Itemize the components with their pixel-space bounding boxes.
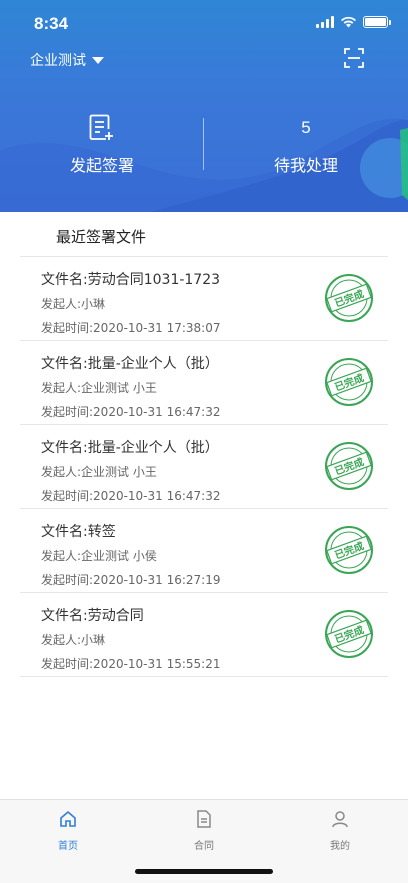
file-list-item[interactable]: 文件名:批量-企业个人（批） 发起人:企业测试 小王 发起时间:2020-10-… <box>20 341 388 425</box>
pending-tasks-button[interactable]: 5 待我处理 <box>204 112 408 182</box>
file-initiator: 发起人:小琳 <box>41 633 106 647</box>
user-icon <box>332 811 348 828</box>
file-list-item[interactable]: 文件名:劳动合同 发起人:小琳 发起时间:2020-10-31 15:55:21… <box>20 593 388 677</box>
file-initiator: 发起人:企业测试 小王 <box>41 381 157 395</box>
company-switcher[interactable]: 企业测试 <box>30 50 104 70</box>
signal-icon <box>316 16 334 28</box>
completed-stamp-icon: 已完成 <box>325 526 373 574</box>
tab-home-label: 首页 <box>58 841 78 852</box>
document-icon <box>197 810 211 828</box>
file-time: 发起时间:2020-10-31 16:47:32 <box>41 489 221 503</box>
file-name: 文件名:劳动合同 <box>41 608 144 624</box>
tab-contract[interactable]: 合同 <box>164 810 244 852</box>
file-time: 发起时间:2020-10-31 15:55:21 <box>41 657 221 671</box>
completed-stamp-icon: 已完成 <box>325 442 373 490</box>
file-initiator: 发起人:企业测试 小侯 <box>41 549 157 563</box>
tab-home[interactable]: 首页 <box>28 810 108 852</box>
file-time: 发起时间:2020-10-31 16:47:32 <box>41 405 221 419</box>
file-initiator: 发起人:企业测试 小王 <box>41 465 157 479</box>
home-indicator <box>135 869 273 874</box>
file-time: 发起时间:2020-10-31 17:38:07 <box>41 321 221 335</box>
file-time: 发起时间:2020-10-31 16:27:19 <box>41 573 221 587</box>
completed-stamp-icon: 已完成 <box>325 610 373 658</box>
document-add-icon <box>89 114 113 140</box>
recent-files-list: 文件名:劳动合同1031-1723 发起人:小琳 发起时间:2020-10-31… <box>20 257 388 677</box>
file-initiator: 发起人:小琳 <box>41 297 106 311</box>
status-icons <box>316 16 391 28</box>
file-name: 文件名:批量-企业个人（批） <box>41 440 219 456</box>
tab-contract-label: 合同 <box>194 841 214 852</box>
pending-tasks-label: 待我处理 <box>273 156 338 175</box>
file-list-item[interactable]: 文件名:转签 发起人:企业测试 小侯 发起时间:2020-10-31 16:27… <box>20 509 388 593</box>
home-icon <box>60 810 76 827</box>
file-list-item[interactable]: 文件名:批量-企业个人（批） 发起人:企业测试 小王 发起时间:2020-10-… <box>20 425 388 509</box>
chevron-down-icon <box>92 56 104 64</box>
initiate-signing-label: 发起签署 <box>69 156 134 175</box>
scan-icon[interactable] <box>344 48 364 68</box>
file-name: 文件名:转签 <box>41 524 116 540</box>
app-screen: 8:34 企业测试 发起签署 5 待我处理 最近签署文件 文件名:劳动合同103… <box>0 0 408 883</box>
bottom-tab-bar: 首页 合同 我的 <box>0 799 408 883</box>
completed-stamp-icon: 已完成 <box>325 274 373 322</box>
initiate-signing-button[interactable]: 发起签署 <box>0 112 204 182</box>
header-banner: 8:34 企业测试 发起签署 5 待我处理 <box>0 0 408 212</box>
battery-icon <box>363 16 391 28</box>
tab-mine[interactable]: 我的 <box>300 810 380 852</box>
file-list-item[interactable]: 文件名:劳动合同1031-1723 发起人:小琳 发起时间:2020-10-31… <box>20 257 388 341</box>
status-bar: 8:34 <box>0 0 408 46</box>
pending-count: 5 <box>301 118 311 137</box>
status-time: 8:34 <box>34 14 69 33</box>
completed-stamp-icon: 已完成 <box>325 358 373 406</box>
recent-files-title: 最近签署文件 <box>56 228 147 246</box>
file-name: 文件名:劳动合同1031-1723 <box>41 272 221 288</box>
wifi-icon <box>341 16 356 28</box>
company-name: 企业测试 <box>30 53 86 69</box>
file-name: 文件名:批量-企业个人（批） <box>41 356 219 372</box>
tab-mine-label: 我的 <box>330 841 350 852</box>
